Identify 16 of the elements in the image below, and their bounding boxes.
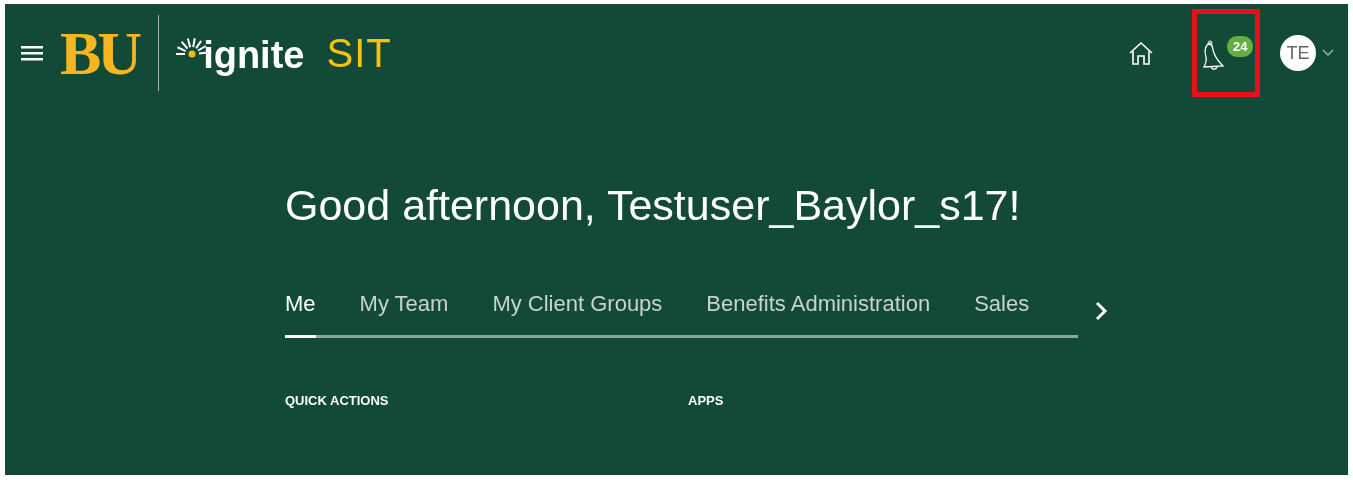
menu-icon[interactable]	[20, 43, 44, 63]
greeting: Good afternoon, Testuser_Baylor_s17!	[285, 182, 1022, 230]
chevron-right-icon[interactable]	[1094, 299, 1108, 322]
section-heading: APPS	[688, 393, 724, 409]
tab[interactable]: My Team	[359, 291, 449, 339]
tab[interactable]: Me	[285, 291, 316, 339]
chevron-down-icon[interactable]	[1322, 49, 1334, 57]
university-logo: BU	[60, 22, 140, 84]
notification-count: 24	[1227, 36, 1254, 57]
tab[interactable]: My Client Groups	[492, 291, 663, 339]
environment-label: SIT	[326, 33, 392, 73]
app-name: ignite	[203, 36, 305, 78]
user-avatar[interactable]: TE	[1280, 35, 1316, 71]
section-heading: QUICK ACTIONS	[285, 393, 390, 409]
tab[interactable]: Sales	[974, 291, 1030, 339]
tab[interactable]: Benefits Administration	[706, 291, 931, 339]
